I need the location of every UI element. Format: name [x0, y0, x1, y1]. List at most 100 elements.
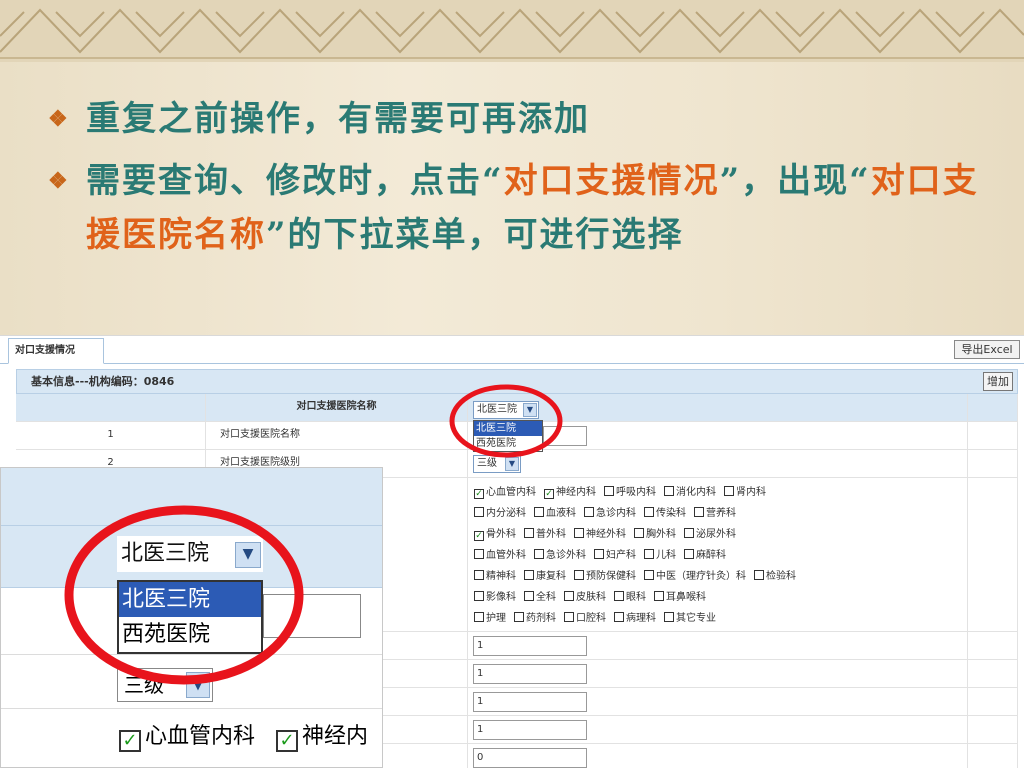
dropdown-option[interactable]: 北医三院: [474, 421, 542, 436]
department-checkbox[interactable]: 神经外科: [574, 524, 626, 545]
department-checkbox[interactable]: 妇产科: [594, 545, 636, 566]
department-checkbox[interactable]: 血管外科: [474, 545, 526, 566]
checkbox-icon[interactable]: [564, 591, 574, 601]
zoom-checkbox[interactable]: ✓ 心血管内科: [119, 724, 255, 752]
checkbox-icon[interactable]: [474, 507, 484, 517]
department-checkbox[interactable]: 传染科: [644, 503, 686, 524]
chevron-down-icon[interactable]: ▼: [505, 457, 519, 471]
dropdown-option[interactable]: 北医三院: [119, 582, 261, 617]
checkbox-icon[interactable]: [574, 528, 584, 538]
department-checkbox[interactable]: 预防保健科: [574, 566, 636, 587]
department-checkbox[interactable]: 中医（理疗针灸）科: [644, 566, 746, 587]
department-checkbox[interactable]: 胸外科: [634, 524, 676, 545]
checkbox-icon[interactable]: [574, 570, 584, 580]
department-checkbox[interactable]: 影像科: [474, 587, 516, 608]
header-hospital-name: 对口支援医院名称: [206, 394, 468, 421]
checkbox-icon[interactable]: [474, 612, 484, 622]
department-checkbox[interactable]: 泌尿外科: [684, 524, 736, 545]
zoom-hospital-select[interactable]: 北医三院 ▼: [117, 536, 263, 572]
department-checkbox[interactable]: 口腔科: [564, 608, 606, 629]
department-checkbox[interactable]: 检验科: [754, 566, 796, 587]
checkbox-icon[interactable]: [654, 591, 664, 601]
row-label: 对口支援医院名称: [206, 422, 468, 449]
hospital-select[interactable]: 北医三院 ▼: [473, 401, 539, 419]
department-checkbox[interactable]: ✓ 心血管内科: [474, 482, 536, 503]
checkbox-icon[interactable]: [684, 528, 694, 538]
department-checkbox[interactable]: ✓ 神经内科: [544, 482, 596, 503]
department-checkbox[interactable]: 营养科: [694, 503, 736, 524]
checkbox-icon[interactable]: [754, 570, 764, 580]
department-checkbox[interactable]: 血液科: [534, 503, 576, 524]
department-checkbox[interactable]: 护理: [474, 608, 506, 629]
add-button[interactable]: 增加: [983, 372, 1013, 391]
checkbox-icon[interactable]: ✓: [474, 531, 484, 541]
checkbox-icon[interactable]: [594, 549, 604, 559]
count-input[interactable]: 0: [473, 748, 587, 768]
checkbox-icon[interactable]: [564, 612, 574, 622]
department-checkbox[interactable]: 急诊外科: [534, 545, 586, 566]
export-excel-button[interactable]: 导出Excel: [954, 340, 1020, 359]
checkbox-icon[interactable]: [694, 507, 704, 517]
checkbox-icon[interactable]: [474, 591, 484, 601]
department-checkbox[interactable]: 耳鼻喉科: [654, 587, 706, 608]
department-checkbox[interactable]: 消化内科: [664, 482, 716, 503]
department-checkbox[interactable]: 全科: [524, 587, 556, 608]
checkbox-icon[interactable]: [634, 528, 644, 538]
department-checkbox[interactable]: 其它专业: [664, 608, 716, 629]
bullet-accent-text: 对口支援情况: [503, 161, 720, 201]
checkbox-icon[interactable]: [664, 486, 674, 496]
chevron-down-icon[interactable]: ▼: [523, 403, 537, 417]
count-input[interactable]: 1: [473, 664, 587, 684]
checkbox-icon[interactable]: [474, 549, 484, 559]
checkbox-icon[interactable]: [514, 612, 524, 622]
department-checkbox[interactable]: 普外科: [524, 524, 566, 545]
checkbox-icon[interactable]: [684, 549, 694, 559]
dropdown-option[interactable]: 西苑医院: [474, 436, 542, 451]
hospital-level-select[interactable]: 三级 ▼: [473, 455, 521, 473]
department-checkbox[interactable]: 呼吸内科: [604, 482, 656, 503]
dropdown-option[interactable]: 西苑医院: [119, 617, 261, 652]
zoom-checkbox[interactable]: ✓ 神经内: [276, 724, 368, 752]
checkbox-icon[interactable]: ✓: [119, 730, 141, 752]
checkbox-icon[interactable]: [534, 549, 544, 559]
checkbox-icon[interactable]: [614, 612, 624, 622]
department-checkbox[interactable]: 皮肤科: [564, 587, 606, 608]
department-checkbox[interactable]: 急诊内科: [584, 503, 636, 524]
department-checkbox[interactable]: 儿科: [644, 545, 676, 566]
checkbox-icon[interactable]: [724, 486, 734, 496]
department-checkbox[interactable]: 眼科: [614, 587, 646, 608]
checkbox-icon[interactable]: [524, 591, 534, 601]
hospital-name-input[interactable]: [543, 426, 587, 446]
checkbox-icon[interactable]: [644, 570, 654, 580]
checkbox-icon[interactable]: [524, 570, 534, 580]
zoom-hospital-name-input[interactable]: [263, 594, 361, 638]
department-checkbox[interactable]: 肾内科: [724, 482, 766, 503]
checkbox-icon[interactable]: ✓: [276, 730, 299, 752]
department-checkbox[interactable]: 康复科: [524, 566, 566, 587]
checkbox-icon[interactable]: [524, 528, 534, 538]
checkbox-icon[interactable]: [534, 507, 544, 517]
checkbox-icon[interactable]: [604, 486, 614, 496]
checklist-row: 影像科 全科 皮肤科 眼科 耳鼻喉科: [474, 587, 804, 608]
chevron-down-icon[interactable]: ▼: [235, 542, 261, 568]
checkbox-icon[interactable]: [664, 612, 674, 622]
checkbox-icon[interactable]: ✓: [544, 489, 554, 499]
department-checkbox[interactable]: 内分泌科: [474, 503, 526, 524]
department-checkbox[interactable]: 病理科: [614, 608, 656, 629]
checkbox-icon[interactable]: [644, 507, 654, 517]
checkbox-icon[interactable]: [644, 549, 654, 559]
department-checkbox[interactable]: 药剂科: [514, 608, 556, 629]
checkbox-icon[interactable]: [584, 507, 594, 517]
department-checkbox[interactable]: 精神科: [474, 566, 516, 587]
chevron-down-icon[interactable]: ▼: [186, 672, 210, 698]
count-input[interactable]: 1: [473, 636, 587, 656]
zoom-level-select[interactable]: 三级 ▼: [117, 668, 213, 702]
department-checkbox[interactable]: 麻醉科: [684, 545, 726, 566]
tab-support-status[interactable]: 对口支援情况: [8, 338, 104, 364]
checkbox-icon[interactable]: ✓: [474, 489, 484, 499]
checkbox-icon[interactable]: [474, 570, 484, 580]
count-input[interactable]: 1: [473, 692, 587, 712]
checkbox-icon[interactable]: [614, 591, 624, 601]
department-checkbox[interactable]: ✓ 骨外科: [474, 524, 516, 545]
count-input[interactable]: 1: [473, 720, 587, 740]
